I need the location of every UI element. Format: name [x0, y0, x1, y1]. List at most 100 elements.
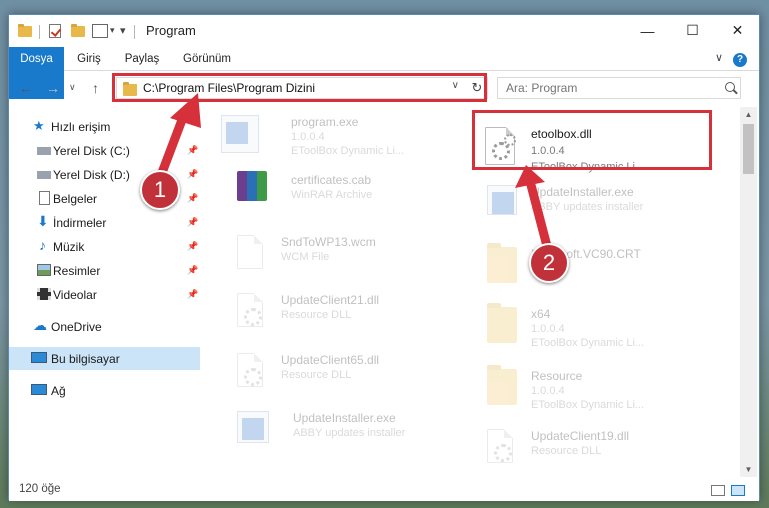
drive-icon	[37, 147, 51, 155]
file-detail: Resource DLL	[281, 309, 352, 321]
ribbon-expand-icon[interactable]: ∨	[715, 51, 723, 64]
file-detail: Resource DLL	[531, 445, 602, 457]
sidebar-item-pictures[interactable]: Resimler 📌	[9, 259, 200, 282]
file-item-resource[interactable]: Resource 1.0.0.4 EToolBox Dynamic Li...	[477, 361, 727, 413]
sidebar-item-disk-c[interactable]: Yerel Disk (C:) 📌	[9, 139, 200, 162]
file-name: UpdateInstaller.exe	[293, 411, 396, 425]
file-name: certificates.cab	[291, 173, 372, 187]
pin-icon[interactable]: 📌	[187, 217, 198, 228]
star-icon: ★	[33, 118, 45, 133]
file-detail: ABBY updates installer	[293, 427, 406, 439]
folder-icon	[18, 24, 32, 37]
file-name: UpdateClient65.dll	[281, 353, 380, 367]
file-highlight-box	[472, 110, 712, 170]
quick-access-toolbar-icon[interactable]	[92, 24, 108, 38]
pin-icon[interactable]: 📌	[187, 193, 198, 204]
music-note-icon: ♪	[39, 237, 46, 253]
window-title: Program	[146, 23, 196, 38]
pin-icon[interactable]: 📌	[187, 169, 198, 180]
file-item-sndtowp13[interactable]: SndToWP13.wcm WCM File	[209, 227, 459, 279]
file-detail: 1.0.0.4	[531, 323, 565, 335]
scrollbar-thumb[interactable]	[743, 124, 754, 174]
file-item-x64[interactable]: x64 1.0.0.4 EToolBox Dynamic Li...	[477, 299, 727, 351]
sidebar-item-videos[interactable]: Videolar 📌	[9, 283, 200, 306]
sidebar-item-label: Yerel Disk (D:)	[53, 168, 130, 182]
new-folder-icon[interactable]	[71, 24, 85, 37]
document-icon	[237, 235, 263, 269]
application-icon	[487, 185, 517, 215]
file-item-vc90-crt[interactable]: Microsoft.VC90.CRT	[477, 239, 727, 291]
sidebar-item-network[interactable]: Ağ	[9, 379, 200, 402]
file-detail: EToolBox Dynamic Li...	[531, 399, 645, 411]
address-highlight-box	[112, 73, 487, 102]
sidebar-quick-access[interactable]: ★ Hızlı erişim	[9, 115, 200, 138]
forward-button[interactable]: →	[46, 80, 60, 96]
file-item-updateclient19[interactable]: UpdateClient19.dll Resource DLL	[477, 421, 727, 473]
details-view-icon[interactable]	[711, 485, 725, 496]
file-name: program.exe	[291, 115, 359, 129]
help-icon[interactable]: ?	[733, 53, 747, 67]
item-count: 120 öğe	[19, 483, 61, 495]
sidebar-item-label: İndirmeler	[53, 216, 107, 230]
file-name: UpdateInstaller.exe	[531, 185, 634, 199]
sidebar-item-music[interactable]: ♪ Müzik 📌	[9, 235, 200, 258]
maximize-button[interactable]: ☐	[670, 15, 715, 46]
sidebar-item-label: Bu bilgisayar	[51, 352, 120, 366]
file-name: SndToWP13.wcm	[281, 235, 376, 249]
pin-icon[interactable]: 📌	[187, 145, 198, 156]
recent-locations-button[interactable]: ∨	[69, 82, 76, 93]
file-detail: 1.0.0.4	[531, 385, 565, 397]
dll-file-icon	[237, 353, 263, 387]
tab-home[interactable]: Giriş	[64, 47, 114, 71]
step-badge-2: 2	[529, 243, 569, 283]
folder-icon	[487, 243, 517, 283]
scroll-up-icon[interactable]: ▲	[740, 107, 757, 122]
tab-view[interactable]: Görünüm	[172, 47, 242, 71]
file-item-updateinstaller-right[interactable]: UpdateInstaller.exe ABBY updates install…	[477, 177, 727, 229]
file-detail: EToolBox Dynamic Li...	[291, 145, 405, 157]
sidebar-item-label: Hızlı erişim	[51, 120, 111, 134]
pin-icon[interactable]: 📌	[187, 265, 198, 276]
file-item-certificates-cab[interactable]: certificates.cab WinRAR Archive	[209, 165, 459, 217]
pin-icon[interactable]: 📌	[187, 241, 198, 252]
picture-icon	[37, 264, 51, 276]
file-detail: 1.0.0.4	[291, 131, 325, 143]
file-detail: ABBY updates installer	[531, 201, 644, 213]
archive-icon	[237, 171, 267, 201]
vertical-scrollbar[interactable]: ▲ ▼	[740, 107, 757, 477]
file-item-program-exe[interactable]: program.exe 1.0.0.4 EToolBox Dynamic Li.…	[209, 107, 459, 159]
tab-share[interactable]: Paylaş	[116, 47, 168, 71]
large-icons-view-icon[interactable]	[731, 485, 745, 496]
search-input[interactable]	[498, 78, 708, 98]
sidebar-item-onedrive[interactable]: ☁ OneDrive	[9, 315, 200, 338]
back-button[interactable]: ←	[19, 80, 33, 96]
sidebar-item-downloads[interactable]: ⬇ İndirmeler 📌	[9, 211, 200, 234]
computer-icon	[31, 352, 47, 363]
gear-icon	[244, 308, 262, 326]
properties-check-icon[interactable]	[49, 24, 61, 38]
scroll-down-icon[interactable]: ▼	[740, 462, 757, 477]
title-separator	[134, 25, 135, 39]
drive-icon	[37, 171, 51, 179]
download-arrow-icon: ⬇	[37, 213, 49, 229]
sidebar-item-this-pc[interactable]: Bu bilgisayar	[9, 347, 200, 370]
file-name: Resource	[531, 369, 583, 383]
search-box[interactable]	[497, 77, 741, 99]
pin-icon[interactable]: 📌	[187, 289, 198, 300]
folder-icon	[487, 365, 517, 405]
minimize-button[interactable]: —	[625, 15, 670, 46]
file-detail: Resource DLL	[281, 369, 352, 381]
up-button[interactable]: ↑	[92, 80, 99, 96]
file-item-updateinstaller-left[interactable]: UpdateInstaller.exe ABBY updates install…	[209, 403, 459, 455]
file-item-updateclient21[interactable]: UpdateClient21.dll Resource DLL	[209, 285, 459, 337]
sidebar-item-label: OneDrive	[51, 320, 102, 334]
sidebar-item-label: Videolar	[53, 288, 97, 302]
qa-arrow-icon[interactable]: ▾	[120, 24, 126, 37]
sidebar-item-label: Resimler	[53, 264, 101, 278]
search-icon[interactable]	[725, 82, 735, 92]
dll-file-icon	[487, 429, 513, 463]
close-button[interactable]: ✕	[715, 15, 760, 46]
customize-dropdown-icon[interactable]: ▾	[110, 25, 115, 36]
file-item-updateclient65[interactable]: UpdateClient65.dll Resource DLL	[209, 345, 459, 397]
file-name: UpdateClient21.dll	[281, 293, 380, 307]
